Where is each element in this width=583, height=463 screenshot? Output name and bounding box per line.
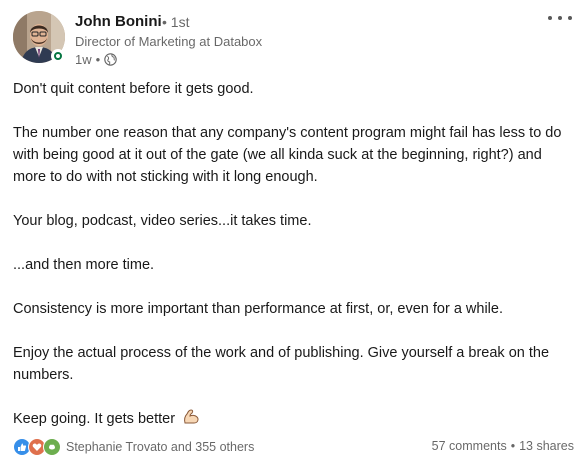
post-paragraph: ...and then more time.	[13, 257, 155, 273]
online-status-icon	[51, 49, 65, 63]
post-paragraph-last: Keep going. It gets better	[13, 408, 578, 430]
meta-separator: •	[95, 52, 101, 67]
post-paragraph: Consistency is more important than perfo…	[13, 301, 503, 317]
feed-post: John Bonini • 1st Director of Marketing …	[0, 0, 583, 463]
comments-count[interactable]: 57 comments	[432, 439, 507, 453]
dot	[548, 16, 552, 20]
post-paragraph: The number one reason that any company's…	[13, 125, 562, 185]
shares-count[interactable]: 13 shares	[519, 439, 574, 453]
post-paragraph: Your blog, podcast, video series...it ta…	[13, 213, 312, 229]
stats-separator: •	[510, 439, 516, 453]
dot	[568, 16, 572, 20]
post-body: Don't quit content before it gets good. …	[13, 78, 578, 430]
dot	[558, 16, 562, 20]
more-options-button[interactable]	[548, 10, 572, 26]
post-paragraph: Don't quit content before it gets good.	[13, 81, 254, 97]
post-meta: 1w •	[75, 52, 117, 67]
globe-icon	[104, 53, 117, 66]
connection-degree: • 1st	[162, 14, 190, 30]
author-name[interactable]: John Bonini	[75, 13, 162, 30]
support-icon	[43, 438, 61, 456]
post-stats: 57 comments • 13 shares	[432, 439, 574, 453]
reactors-text[interactable]: Stephanie Trovato and 355 others	[66, 440, 254, 454]
reactions-summary[interactable]: Stephanie Trovato and 355 others	[13, 438, 254, 456]
post-time[interactable]: 1w	[75, 52, 92, 67]
post-paragraph: Keep going. It gets better	[13, 411, 176, 427]
post-paragraph: Enjoy the actual process of the work and…	[13, 345, 550, 383]
author-headline: Director of Marketing at Databox	[75, 34, 263, 49]
flexed-biceps-icon	[184, 409, 199, 424]
